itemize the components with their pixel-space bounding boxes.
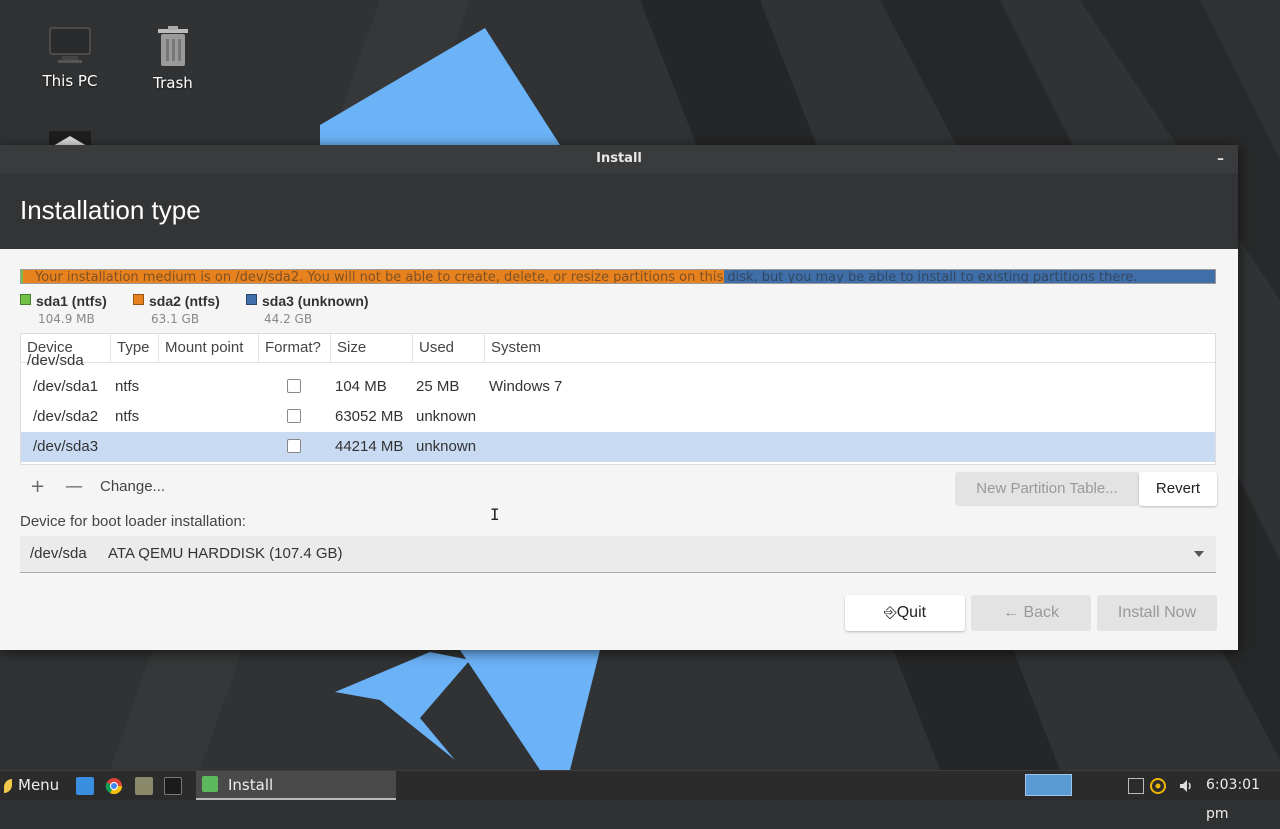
format-checkbox[interactable] [287, 409, 301, 423]
legend-sda3: sda3 (unknown) 44.2 GB [246, 291, 369, 326]
cell-used: 25 MB [416, 378, 460, 395]
terminal-icon[interactable] [164, 777, 182, 795]
cell-device: /dev/sda1 [33, 378, 99, 395]
cell-system: Windows 7 [489, 378, 563, 395]
install-now-button[interactable]: Install Now [1097, 595, 1217, 631]
legend-swatch [20, 294, 31, 305]
menu-button[interactable]: Menu [4, 771, 59, 800]
files-icon[interactable] [135, 777, 153, 795]
back-label: Back [1023, 604, 1060, 621]
legend-size: 44.2 GB [264, 312, 313, 326]
cell-used: unknown [416, 408, 477, 425]
legend-size: 104.9 MB [38, 312, 95, 326]
table-row[interactable]: /dev/sda2 ntfs 63052 MB unknown [21, 402, 1215, 432]
table-header: Device Type Mount point Format? Size Use… [21, 334, 1215, 363]
install-window: Install – Installation type Your install… [0, 145, 1238, 650]
legend-name: sda3 (unknown) [262, 293, 369, 309]
computer-icon [49, 27, 91, 63]
column-header-type[interactable]: Type [111, 334, 159, 362]
partition-bar-overlay-text: Your installation medium is on /dev/sda2… [35, 270, 1138, 284]
desktop-icon-this-pc[interactable]: This PC [25, 26, 115, 90]
legend-size: 63.1 GB [151, 312, 200, 326]
cell-size: 63052 MB [335, 408, 404, 425]
cell-device: /dev/sda3 [33, 438, 99, 455]
legend-sda1: sda1 (ntfs) 104.9 MB [20, 291, 107, 326]
taskbar: Menu Install 6:03:01 pm [0, 770, 1280, 822]
task-label: Install [228, 776, 274, 794]
quit-icon: ⎆ [883, 604, 897, 621]
change-partition-button[interactable]: Change... [100, 478, 165, 495]
legend-name: sda2 (ntfs) [149, 293, 220, 309]
installer-icon [202, 775, 218, 792]
trash-icon [158, 26, 188, 66]
clock[interactable]: 6:03:01 pm [1206, 771, 1280, 829]
chrome-icon[interactable] [105, 777, 123, 795]
table-row[interactable]: /dev/sda1 ntfs 104 MB 25 MB Windows 7 [21, 372, 1215, 402]
cell-device: /dev/sda2 [33, 408, 99, 425]
desktop-icon-trash[interactable]: Trash [128, 26, 218, 92]
partition-table[interactable]: Device Type Mount point Format? Size Use… [20, 333, 1216, 465]
window-titlebar[interactable]: Install – [0, 145, 1238, 173]
book-icon [53, 136, 87, 146]
add-partition-button[interactable]: + [30, 476, 45, 497]
desktop-icon-label: Trash [153, 74, 193, 92]
column-header-format[interactable]: Format? [259, 334, 331, 362]
text-cursor-icon: I [490, 505, 500, 524]
cell-size: 104 MB [335, 378, 387, 395]
desktop-icon-label: This PC [42, 72, 98, 90]
display-icon[interactable] [1128, 778, 1144, 794]
quit-label: Quit [896, 604, 927, 621]
back-arrow-icon: ← [1002, 604, 1019, 621]
window-title: Install [596, 151, 642, 166]
quit-button[interactable]: ⎆Quit [845, 595, 965, 631]
minimize-button[interactable]: – [1217, 145, 1224, 173]
partition-bar: Your installation medium is on /dev/sda2… [20, 269, 1216, 284]
legend-sda2: sda2 (ntfs) 63.1 GB [133, 291, 220, 326]
page-title: Installation type [20, 195, 201, 225]
bootloader-device-description: ATA QEMU HARDDISK (107.4 GB) [108, 545, 343, 562]
cell-type: ntfs [115, 408, 140, 425]
cell-used: unknown [416, 438, 477, 455]
cell-size: 44214 MB [335, 438, 404, 455]
format-checkbox[interactable] [287, 439, 301, 453]
menu-label: Menu [18, 776, 60, 794]
new-partition-table-button[interactable]: New Partition Table... [955, 472, 1139, 506]
cell-type: ntfs [115, 378, 140, 395]
column-header-mount-point[interactable]: Mount point [159, 334, 259, 362]
bootloader-device-select[interactable]: /dev/sda ATA QEMU HARDDISK (107.4 GB) [20, 536, 1216, 573]
workspace-switcher[interactable] [1025, 774, 1072, 796]
revert-button[interactable]: Revert [1139, 472, 1217, 506]
table-row-selected[interactable]: /dev/sda3 44214 MB unknown [21, 432, 1215, 462]
mint-logo-icon [4, 778, 12, 793]
column-header-system[interactable]: System [485, 334, 1215, 362]
installer-content: Your installation medium is on /dev/sda2… [0, 249, 1238, 650]
legend-swatch [246, 294, 257, 305]
column-header-size[interactable]: Size [331, 334, 413, 362]
taskbar-item-install[interactable]: Install [196, 771, 396, 800]
volume-icon[interactable] [1178, 778, 1194, 794]
bootloader-label: Device for boot loader installation: [20, 513, 246, 530]
disk-row-label: /dev/sda [27, 352, 84, 369]
file-manager-icon[interactable] [76, 777, 94, 795]
remove-partition-button[interactable]: — [65, 476, 83, 497]
legend-swatch [133, 294, 144, 305]
format-checkbox[interactable] [287, 379, 301, 393]
page-header: Installation type [0, 173, 1238, 249]
update-icon[interactable] [1150, 778, 1166, 794]
bootloader-device: /dev/sda [30, 545, 87, 562]
legend-name: sda1 (ntfs) [36, 293, 107, 309]
dropdown-arrow-icon [1194, 551, 1204, 557]
column-header-used[interactable]: Used [413, 334, 485, 362]
desktop-icon-partial [49, 131, 91, 146]
back-button[interactable]: ← Back [971, 595, 1091, 631]
